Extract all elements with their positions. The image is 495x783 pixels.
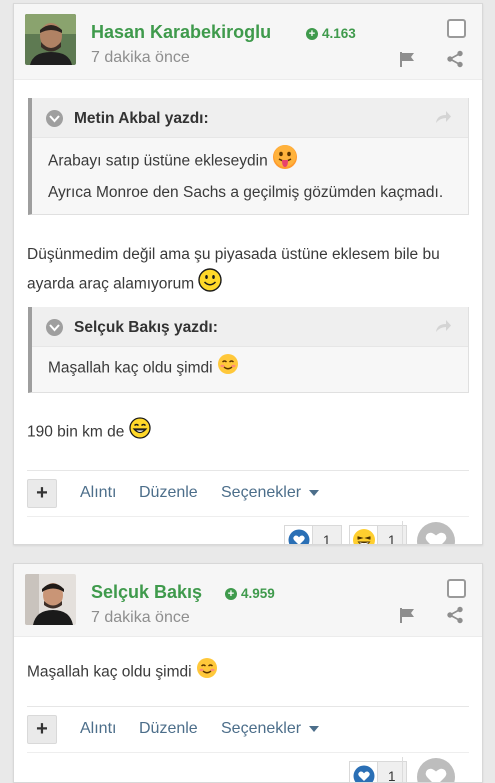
add-button[interactable]: + (27, 715, 57, 744)
share-icon[interactable] (446, 606, 464, 624)
like-button[interactable] (417, 758, 455, 783)
post-text: Maşallah kaç oldu şimdi (27, 657, 469, 688)
edit-link[interactable]: Düzenle (139, 720, 198, 738)
select-checkbox[interactable] (447, 19, 466, 38)
author-name[interactable]: Hasan Karabekiroglu (91, 22, 271, 43)
post-body: Metin Akbal yazdı: Arabayı satıp üstüne … (14, 80, 482, 448)
quote-line: Maşallah kaç oldu şimdi (48, 360, 213, 377)
reactions-bar: 1 1 (27, 516, 469, 545)
post-time: 7 dakika önce (91, 609, 190, 627)
reply-arrow-icon[interactable] (435, 110, 452, 129)
quote-block: Selçuk Bakış yazdı: Maşallah kaç oldu şi… (28, 307, 469, 393)
heart-outline-icon (424, 530, 448, 545)
tongue-emoji-icon (272, 144, 298, 179)
quote-text: Maşallah kaç oldu şimdi (32, 347, 468, 392)
quote-header: Selçuk Bakış yazdı: (32, 307, 468, 347)
post-header: Hasan Karabekiroglu + 4.163 7 dakika önc… (14, 4, 482, 80)
caret-down-icon (309, 726, 319, 732)
post-actions: + Alıntı Düzenle Seçenekler (27, 706, 469, 752)
quote-header: Metin Akbal yazdı: (32, 98, 468, 138)
laugh-emoji-icon (350, 526, 378, 545)
user-points: + 4.163 (306, 26, 356, 41)
author-name[interactable]: Selçuk Bakış (91, 582, 202, 603)
post-time: 7 dakika önce (91, 49, 190, 67)
reaction-laugh[interactable]: 1 (349, 525, 407, 545)
quote-block: Metin Akbal yazdı: Arabayı satıp üstüne … (28, 98, 469, 215)
like-button[interactable] (417, 522, 455, 545)
quote-text: Arabayı satıp üstüne ekleseydin Ayrıca M… (32, 138, 468, 214)
post-actions: + Alıntı Düzenle Seçenekler (27, 470, 469, 516)
post-1: Hasan Karabekiroglu + 4.163 7 dakika önc… (13, 3, 483, 545)
heart-outline-icon (424, 766, 448, 783)
flag-icon[interactable] (398, 606, 416, 624)
post-text-line: Maşallah kaç oldu şimdi (27, 664, 192, 681)
chevron-down-icon[interactable] (46, 319, 63, 336)
divider (402, 757, 403, 783)
post-body: Maşallah kaç oldu şimdi (14, 637, 482, 688)
post-2: Selçuk Bakış + 4.959 7 dakika önce Maşal… (13, 563, 483, 783)
quote-author: Metin Akbal yazdı: (74, 110, 209, 128)
caret-down-icon (309, 490, 319, 496)
plus-circle-icon: + (306, 28, 318, 40)
reply-arrow-icon[interactable] (435, 319, 452, 338)
options-label: Seçenekler (221, 720, 301, 737)
blush-emoji-icon (196, 657, 218, 688)
points-value: 4.163 (322, 26, 356, 41)
blush-emoji-icon (217, 353, 239, 384)
reaction-count: 1 (313, 533, 341, 546)
divider (402, 521, 403, 545)
post-text: Düşünmedim değil ama şu piyasada üstüne … (27, 241, 469, 301)
heart-icon (285, 526, 313, 545)
user-points: + 4.959 (225, 586, 275, 601)
quote-line: Arabayı satıp üstüne ekleseydin (48, 153, 268, 170)
smile-emoji-icon (198, 268, 222, 301)
options-dropdown[interactable]: Seçenekler (221, 720, 319, 738)
quote-link[interactable]: Alıntı (80, 484, 116, 502)
reaction-heart[interactable]: 1 (284, 525, 342, 545)
plus-circle-icon: + (225, 588, 237, 600)
post-text-line: 190 bin km de (27, 424, 124, 441)
options-label: Seçenekler (221, 484, 301, 501)
share-icon[interactable] (446, 50, 464, 68)
add-button[interactable]: + (27, 479, 57, 508)
quote-link[interactable]: Alıntı (80, 720, 116, 738)
chevron-down-icon[interactable] (46, 110, 63, 127)
avatar[interactable] (25, 14, 76, 65)
points-value: 4.959 (241, 586, 275, 601)
flag-icon[interactable] (398, 50, 416, 68)
edit-link[interactable]: Düzenle (139, 484, 198, 502)
quote-author: Selçuk Bakış yazdı: (74, 319, 218, 337)
reaction-heart[interactable]: 1 (349, 761, 407, 783)
options-dropdown[interactable]: Seçenekler (221, 484, 319, 502)
quote-line: Ayrıca Monroe den Sachs a geçilmiş gözüm… (48, 179, 452, 206)
post-text-line: Düşünmedim değil ama şu piyasada üstüne … (27, 246, 440, 293)
select-checkbox[interactable] (447, 579, 466, 598)
post-header: Selçuk Bakış + 4.959 7 dakika önce (14, 564, 482, 637)
heart-icon (350, 762, 378, 783)
avatar[interactable] (25, 574, 76, 625)
grin-emoji-icon (129, 417, 151, 448)
post-text: 190 bin km de (27, 417, 469, 448)
